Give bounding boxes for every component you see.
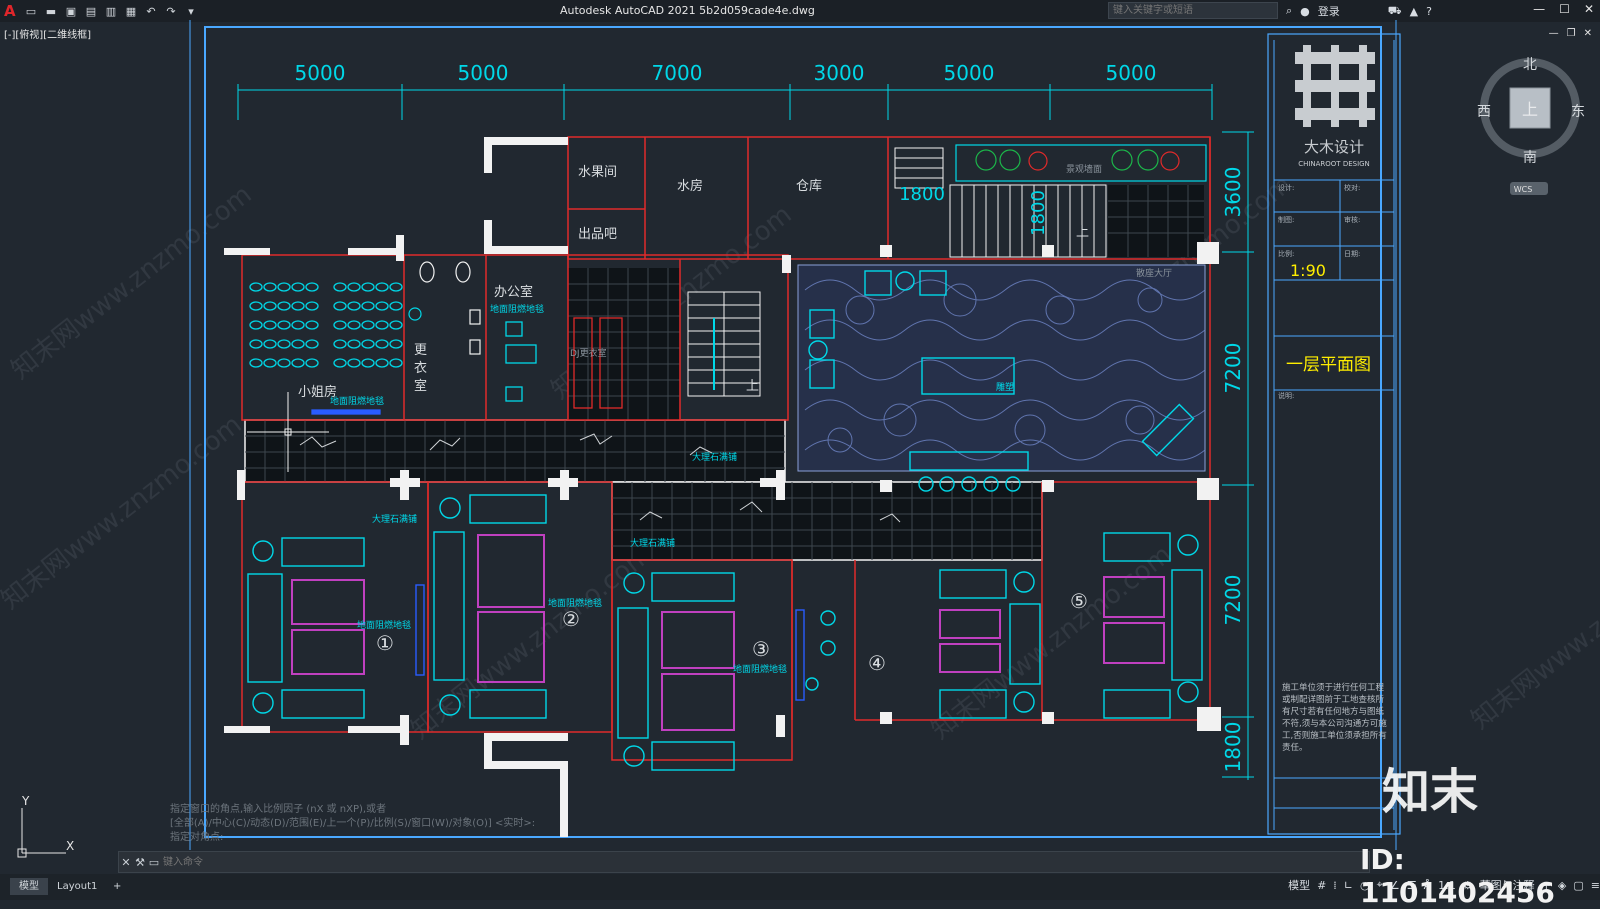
room-number: ①: [376, 631, 394, 655]
close-command-icon[interactable]: ✕: [119, 856, 133, 869]
field-label: 日期:: [1344, 250, 1360, 258]
room-label: 散座大厅: [1136, 267, 1172, 279]
dimension-text: 5000: [1106, 61, 1157, 85]
room-label: 水果间: [578, 165, 617, 180]
command-history: 指定窗口的角点,输入比例因子 (nX 或 nXP),或者 [全部(A)/中心(C…: [170, 803, 535, 845]
landscape-planters: [955, 144, 1207, 182]
dimension-text: 3000: [814, 61, 865, 85]
command-line: ✕ ⚒ ▭: [118, 851, 1370, 873]
floor-label: 大理石满铺: [372, 513, 417, 525]
room-label: DJ更衣室: [570, 347, 607, 359]
top-dimensions: 5000 5000 7000 3000 5000 5000: [237, 61, 1213, 120]
watermark-text: 知末网www.znzmo.com: [6, 180, 258, 386]
dimension-text: 7200: [1221, 343, 1245, 394]
customize-command-icon[interactable]: ⚒: [133, 856, 147, 869]
dimension-text: 5000: [295, 61, 346, 85]
room-number: ④: [868, 651, 886, 675]
field-label: 校对:: [1344, 183, 1360, 192]
field-label: 比例:: [1278, 249, 1294, 258]
command-history-line: 指定窗口的角点,输入比例因子 (nX 或 nXP),或者: [170, 804, 387, 815]
room-label: 出品吧: [578, 227, 617, 242]
watermark-id: ID: 1101402456: [1360, 843, 1555, 909]
room-label: 衣: [414, 360, 427, 376]
model-space-button[interactable]: 模型: [1288, 877, 1310, 893]
room-label: 水房: [677, 178, 703, 194]
room-number: ②: [562, 607, 580, 631]
command-history-line: 指定对角点:: [170, 832, 224, 843]
grid-icon[interactable]: #: [1317, 879, 1326, 892]
tab-model[interactable]: 模型: [10, 878, 48, 895]
add-layout-button[interactable]: +: [104, 878, 130, 895]
room-number: ③: [752, 637, 770, 661]
sheet-title: 一层平面图: [1286, 355, 1371, 375]
washroom-fixtures: [408, 261, 481, 355]
floor-label: 大理石满铺: [630, 537, 675, 549]
dimension-text: 5000: [458, 61, 509, 85]
watermark-text: 知末网www.znzmo.com: [406, 540, 658, 746]
view-cube[interactable]: 上 北 南 西 东 WCS: [1477, 57, 1585, 195]
ucs-icon: Y X: [17, 794, 74, 858]
command-input[interactable]: [161, 853, 1369, 871]
compass-south[interactable]: 南: [1523, 150, 1537, 166]
ortho-icon[interactable]: ∟: [1344, 879, 1353, 892]
stair-dimension: 1800: [899, 184, 945, 205]
snap-icon[interactable]: ⁞: [1333, 879, 1337, 892]
field-label: 设计:: [1278, 183, 1294, 192]
ucs-x-label: X: [66, 839, 74, 853]
room-label: 上: [746, 379, 759, 394]
dimension-text: 3600: [1221, 167, 1245, 218]
autocad-window: A ▭ ▬ ▣ ▤ ▥ ▦ ↶ ↷ ▾ Autodesk AutoCAD 202…: [0, 0, 1600, 909]
ucs-y-label: Y: [21, 794, 30, 808]
floor-label: 地面阻燃地毯: [490, 303, 544, 315]
field-label: 制图:: [1278, 215, 1294, 224]
dimension-text: 7200: [1221, 575, 1245, 626]
drawing-canvas[interactable]: 知末网www.znzmo.com 知末网www.znzmo.com 知末网www…: [0, 0, 1600, 900]
compass-north[interactable]: 北: [1523, 57, 1537, 73]
dimension-text: 7000: [652, 61, 703, 85]
view-cube-face[interactable]: 上: [1522, 100, 1538, 119]
room-label: 更: [414, 343, 427, 358]
floor-label: 地面阻燃地毯: [357, 619, 411, 631]
room-label: 雕塑: [996, 381, 1014, 393]
floor-label: 大理石满铺: [692, 451, 737, 463]
room-number: ⑤: [1070, 589, 1088, 613]
compass-west[interactable]: 西: [1477, 104, 1491, 120]
room-label: 室: [414, 378, 427, 394]
command-history-line: [全部(A)/中心(C)/动态(D)/范围(E)/上一个(P)/比例(S)/窗口…: [170, 818, 536, 829]
room-label: 上: [1076, 225, 1089, 240]
room-label: 办公室: [494, 284, 533, 300]
watermark-text: 知末网www.znzmo.com: [1466, 530, 1600, 736]
compass-east[interactable]: 东: [1571, 104, 1585, 120]
recent-commands-icon[interactable]: ▭: [147, 856, 161, 869]
construction-note: 施工单位须于进行任何工程或制配详图前于工地查核所有尺寸若有任何地方与图纸不符,须…: [1282, 683, 1387, 753]
brand-name-en: CHINAROOT DESIGN: [1298, 160, 1370, 168]
dimension-text: 5000: [944, 61, 995, 85]
scale-value: 1:90: [1290, 261, 1326, 280]
field-label: 审核:: [1344, 215, 1360, 224]
brand-name: 大木设计: [1304, 138, 1364, 156]
floor-label: 地面阻燃地毯: [330, 395, 384, 407]
room-label: 仓库: [796, 178, 822, 194]
tables-magenta: [291, 534, 1165, 731]
wcs-menu[interactable]: WCS: [1514, 185, 1533, 194]
floor-label: 地面阻燃地毯: [733, 663, 787, 675]
tab-layout1[interactable]: Layout1: [48, 878, 106, 895]
dimension-text: 1800: [1221, 722, 1245, 773]
field-label: 说明:: [1278, 391, 1294, 400]
stair-dimension: 1800: [1028, 190, 1049, 236]
watermark-brand: 知末: [1382, 764, 1479, 820]
watermark-text: 知末网www.znzmo.com: [0, 410, 248, 616]
room-label: 景观墙面: [1066, 163, 1102, 175]
